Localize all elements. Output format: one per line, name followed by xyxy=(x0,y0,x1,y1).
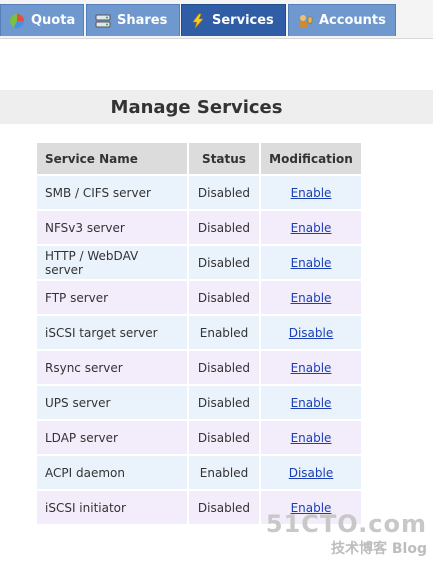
service-status: Disabled xyxy=(189,491,259,524)
service-status: Disabled xyxy=(189,281,259,314)
watermark-sub: 技术博客 Blog xyxy=(331,541,427,557)
enable-link[interactable]: Enable xyxy=(291,361,332,375)
tab-services[interactable]: Services xyxy=(181,4,286,36)
watermark: 51CTO.com 技术博客 Blog xyxy=(266,510,427,558)
service-name: LDAP server xyxy=(37,421,187,454)
tab-label: Quota xyxy=(31,13,76,28)
service-status: Disabled xyxy=(189,176,259,209)
service-status: Enabled xyxy=(189,316,259,349)
table-header-row: Service Name Status Modification xyxy=(37,143,361,174)
service-name: iSCSI target server xyxy=(37,316,187,349)
lightning-icon xyxy=(190,13,206,29)
enable-link[interactable]: Enable xyxy=(291,396,332,410)
services-table: Service Name Status Modification SMB / C… xyxy=(35,141,363,526)
disable-link[interactable]: Disable xyxy=(289,466,334,480)
tab-label: Shares xyxy=(117,13,168,28)
column-header-status: Status xyxy=(189,143,259,174)
service-name: UPS server xyxy=(37,386,187,419)
table-row: SMB / CIFS server Disabled Enable xyxy=(37,176,361,209)
table-row: FTP server Disabled Enable xyxy=(37,281,361,314)
table-row: LDAP server Disabled Enable xyxy=(37,421,361,454)
table-row: NFSv3 server Disabled Enable xyxy=(37,211,361,244)
page-header: Manage Services xyxy=(0,90,433,124)
enable-link[interactable]: Enable xyxy=(291,186,332,200)
watermark-site: 51CTO.com xyxy=(265,510,427,538)
service-status: Disabled xyxy=(189,351,259,384)
tab-quota[interactable]: Quota xyxy=(0,4,84,36)
tab-accounts[interactable]: Accounts xyxy=(288,4,396,36)
service-name: NFSv3 server xyxy=(37,211,187,244)
column-header-modification: Modification xyxy=(261,143,361,174)
page-title: Manage Services xyxy=(110,96,283,118)
enable-link[interactable]: Enable xyxy=(291,256,332,270)
quota-icon xyxy=(9,13,25,29)
column-header-service-name: Service Name xyxy=(37,143,187,174)
service-name: iSCSI initiator xyxy=(37,491,187,524)
service-name: HTTP / WebDAV server xyxy=(37,246,187,279)
service-status: Disabled xyxy=(189,211,259,244)
service-name: FTP server xyxy=(37,281,187,314)
table-row: UPS server Disabled Enable xyxy=(37,386,361,419)
table-row: HTTP / WebDAV server Disabled Enable xyxy=(37,246,361,279)
enable-link[interactable]: Enable xyxy=(291,291,332,305)
service-name: Rsync server xyxy=(37,351,187,384)
table-row: Rsync server Disabled Enable xyxy=(37,351,361,384)
service-status: Enabled xyxy=(189,456,259,489)
tab-label: Accounts xyxy=(319,13,386,28)
table-row: iSCSI target server Enabled Disable xyxy=(37,316,361,349)
accounts-icon xyxy=(297,13,313,29)
service-status: Disabled xyxy=(189,386,259,419)
service-name: ACPI daemon xyxy=(37,456,187,489)
enable-link[interactable]: Enable xyxy=(291,431,332,445)
disable-link[interactable]: Disable xyxy=(289,326,334,340)
service-name: SMB / CIFS server xyxy=(37,176,187,209)
table-row: ACPI daemon Enabled Disable xyxy=(37,456,361,489)
service-status: Disabled xyxy=(189,421,259,454)
service-status: Disabled xyxy=(189,246,259,279)
enable-link[interactable]: Enable xyxy=(291,221,332,235)
shares-icon xyxy=(95,13,111,29)
tab-shares[interactable]: Shares xyxy=(86,4,180,36)
tab-bar: Quota Shares Services Accounts xyxy=(0,0,433,39)
tab-label: Services xyxy=(212,13,274,28)
